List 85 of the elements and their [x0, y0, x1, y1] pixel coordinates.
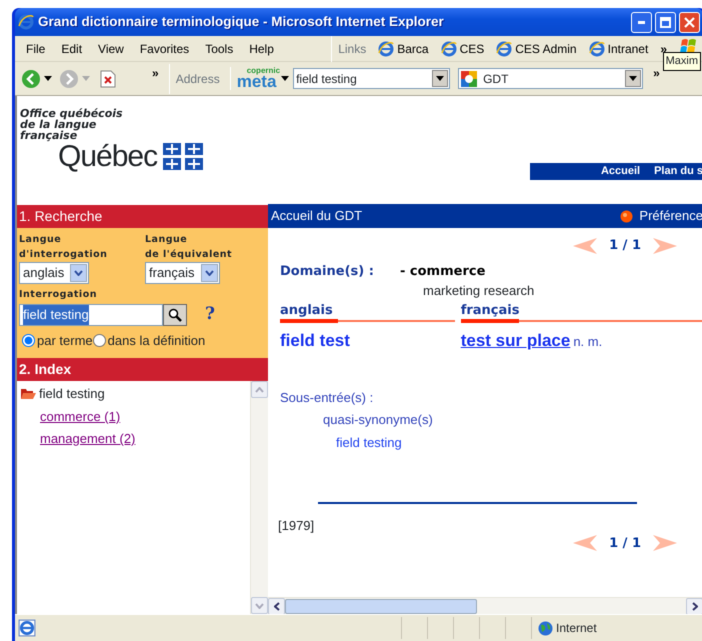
- page-icon: [440, 40, 457, 56]
- globe-icon: [538, 620, 553, 636]
- grammar-note: n. m.: [573, 333, 602, 351]
- forward-button[interactable]: [59, 68, 90, 88]
- logo-caption: copernic: [246, 67, 280, 75]
- minimize-icon: [638, 20, 645, 24]
- menu-item[interactable]: Help: [241, 40, 282, 58]
- home-link[interactable]: Accueil du GDT: [271, 206, 362, 226]
- search-field[interactable]: field testing: [293, 68, 450, 89]
- link-button[interactable]: Barca: [372, 40, 435, 58]
- link-button[interactable]: CES Admin: [490, 40, 583, 58]
- back-button[interactable]: [21, 68, 52, 88]
- radio-option[interactable]: dans la définition: [92, 330, 206, 350]
- page-indicator: 1 / 1: [609, 534, 641, 552]
- index-link[interactable]: management (2): [40, 431, 136, 446]
- maximize-button[interactable]: [655, 12, 676, 32]
- quebec-wordmark: Québec: [58, 141, 158, 173]
- stop-button[interactable]: [100, 69, 116, 88]
- organization-name: Office québécois de la langue française: [20, 108, 124, 141]
- dropdown-arrow-icon: [436, 76, 444, 81]
- query-field[interactable]: field testing: [19, 304, 163, 326]
- close-button[interactable]: [679, 12, 700, 32]
- menu-item[interactable]: View: [90, 40, 132, 58]
- page-icon: [496, 40, 512, 56]
- engine-dropdown[interactable]: GDT: [458, 68, 644, 89]
- radio-option[interactable]: par terme: [22, 330, 93, 350]
- page-icon: [378, 40, 394, 56]
- nav-link[interactable]: Accueil: [600, 163, 640, 180]
- copernic-logo[interactable]: copernic meta: [230, 67, 290, 90]
- index-link[interactable]: commerce (1): [40, 408, 120, 424]
- caret-icon: [44, 76, 52, 81]
- browser-icon: [18, 14, 34, 30]
- flag-emblem-icon: [163, 143, 204, 171]
- field-label: Langue d'interrogation: [19, 233, 108, 262]
- source-date: [1979]: [278, 517, 316, 535]
- term-link[interactable]: test sur place: [460, 328, 570, 354]
- minimize-button[interactable]: [631, 12, 652, 32]
- page-icon: [588, 40, 605, 56]
- search-button[interactable]: [163, 304, 187, 326]
- help-link[interactable]: ?: [205, 302, 215, 328]
- address-label: Address: [168, 64, 226, 94]
- bullet-icon: [620, 210, 634, 222]
- language-heading: français: [460, 302, 520, 320]
- menu-item[interactable]: Tools: [197, 40, 242, 58]
- subentries-label: Sous-entrée(s) :: [280, 388, 374, 407]
- tree-item[interactable]: field testing: [20, 384, 250, 404]
- logo-wordmark: meta: [236, 73, 276, 90]
- page-indicator: 1 / 1: [609, 237, 641, 255]
- tooltip: Maxim: [662, 52, 701, 70]
- section-heading: 2. Index: [17, 358, 268, 381]
- menu-item[interactable]: Edit: [53, 40, 90, 58]
- radio-button[interactable]: [92, 334, 106, 347]
- radio-button[interactable]: [22, 334, 35, 347]
- scrollbar[interactable]: [268, 597, 702, 614]
- field-label: Interrogation: [19, 288, 98, 302]
- language-dropdown[interactable]: anglais: [19, 262, 90, 284]
- window-title: Grand dictionnaire terminologique - Microsoft Internet Explorer: [38, 12, 444, 31]
- section-heading: 1. Recherche: [17, 205, 268, 228]
- stop-icon: [100, 70, 116, 88]
- folder-icon: [20, 387, 36, 400]
- menu-item[interactable]: File: [18, 40, 54, 58]
- links-label: Links: [337, 40, 368, 58]
- engine-icon: [461, 70, 478, 86]
- status-zone-text: Internet: [556, 620, 597, 637]
- link-button[interactable]: CES: [434, 40, 490, 58]
- more-buttons-button[interactable]: »: [146, 64, 165, 82]
- scrollbar-thumb[interactable]: [285, 598, 477, 614]
- domain-value: - commerce: [400, 262, 486, 280]
- domain-label: Domaine(s) :: [280, 262, 375, 280]
- language-heading: anglais: [280, 302, 334, 320]
- language-dropdown[interactable]: français: [145, 262, 220, 284]
- search-icon: [168, 308, 182, 322]
- subentry-term: field testing: [336, 434, 403, 452]
- field-label: Langue de l'équivalent: [145, 233, 232, 262]
- maximize-icon: [660, 16, 671, 28]
- caret-icon: [82, 76, 90, 81]
- dropdown-arrow-icon: [629, 76, 638, 81]
- link-button[interactable]: Intranet: [582, 40, 654, 58]
- subentry-type: quasi-synonyme(s): [323, 411, 434, 429]
- page-status-icon: [18, 619, 36, 637]
- caret-icon: [281, 76, 290, 81]
- menu-item[interactable]: Favorites: [132, 40, 198, 58]
- close-icon: [684, 16, 695, 28]
- subdomain-text: marketing research: [423, 282, 534, 300]
- term-text: field test: [280, 330, 350, 352]
